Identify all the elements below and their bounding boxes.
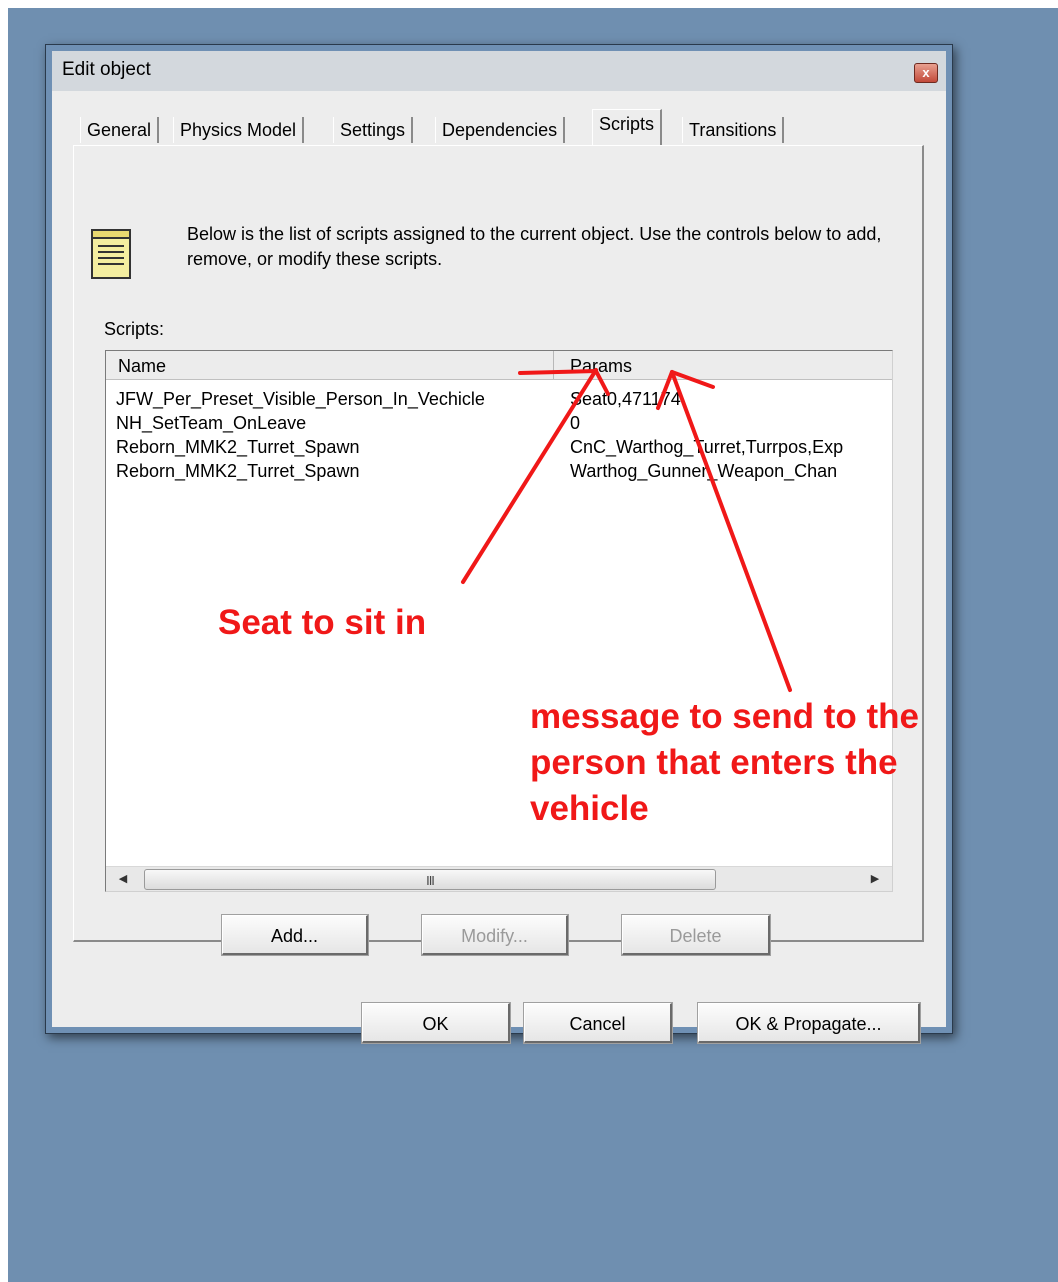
list-item[interactable]: JFW_Per_Preset_Visible_Person_In_Vechicl… <box>106 387 892 411</box>
horizontal-scrollbar[interactable]: ◀ III ▶ <box>106 866 892 891</box>
annotation-message-line3: vehicle <box>530 789 649 828</box>
annotation-message-line1: message to send to the <box>530 697 919 736</box>
script-name: Reborn_MMK2_Turret_Spawn <box>116 461 360 481</box>
list-item[interactable]: Reborn_MMK2_Turret_Spawn Warthog_Gunner_… <box>106 459 892 483</box>
dialog-body: General Physics Model Settings Dependenc… <box>52 91 946 1044</box>
tab-general[interactable]: General <box>80 117 160 143</box>
script-params: CnC_Warthog_Turret,Turrpos,Exp <box>570 437 844 457</box>
script-params: 0 <box>570 413 581 433</box>
close-icon: x <box>922 65 930 80</box>
scroll-left-icon[interactable]: ◀ <box>114 870 132 888</box>
list-rows: JFW_Per_Preset_Visible_Person_In_Vechicl… <box>106 387 892 483</box>
ok-propagate-button[interactable]: OK & Propagate... <box>697 1002 921 1044</box>
script-name: Reborn_MMK2_Turret_Spawn <box>116 437 360 457</box>
window-title: Edit object <box>62 59 151 80</box>
tab-scripts[interactable]: Scripts <box>592 109 663 146</box>
grip-icon: III <box>426 873 435 888</box>
scroll-right-icon[interactable]: ▶ <box>866 870 884 888</box>
list-item[interactable]: Reborn_MMK2_Turret_Spawn CnC_Warthog_Tur… <box>106 435 892 459</box>
title-bar[interactable]: Edit object x <box>52 51 946 91</box>
close-button[interactable]: x <box>914 63 938 83</box>
cancel-button[interactable]: Cancel <box>523 1002 673 1044</box>
modify-button[interactable]: Modify... <box>421 914 569 956</box>
tab-physics-model[interactable]: Physics Model <box>173 117 305 143</box>
edit-object-window: Edit object x General Physics Model Sett… <box>45 44 953 1044</box>
column-header-params[interactable]: Params <box>554 351 892 379</box>
script-params: Seat0,471174 <box>570 389 681 409</box>
annotation-message-line2: person that enters the <box>530 743 898 782</box>
script-params: Warthog_Gunner_Weapon_Chan <box>570 461 838 481</box>
tab-settings[interactable]: Settings <box>333 117 414 143</box>
tab-transitions[interactable]: Transitions <box>682 117 785 143</box>
column-header-name[interactable]: Name <box>106 351 554 379</box>
scripts-label: Scripts: <box>104 319 165 339</box>
add-button[interactable]: Add... <box>221 914 369 956</box>
tab-dependencies[interactable]: Dependencies <box>435 117 566 143</box>
list-item[interactable]: NH_SetTeam_OnLeave 0 <box>106 411 892 435</box>
scrollbar-thumb[interactable]: III <box>144 869 716 890</box>
script-name: NH_SetTeam_OnLeave <box>116 413 307 433</box>
ok-button[interactable]: OK <box>361 1002 511 1044</box>
delete-button[interactable]: Delete <box>621 914 771 956</box>
scripts-description: Below is the list of scripts assigned to… <box>187 224 882 269</box>
notepad-icon <box>91 229 131 279</box>
annotation-seat: Seat to sit in <box>218 603 427 642</box>
script-name: JFW_Per_Preset_Visible_Person_In_Vechicl… <box>116 389 485 409</box>
list-header: Name Params <box>106 351 892 380</box>
